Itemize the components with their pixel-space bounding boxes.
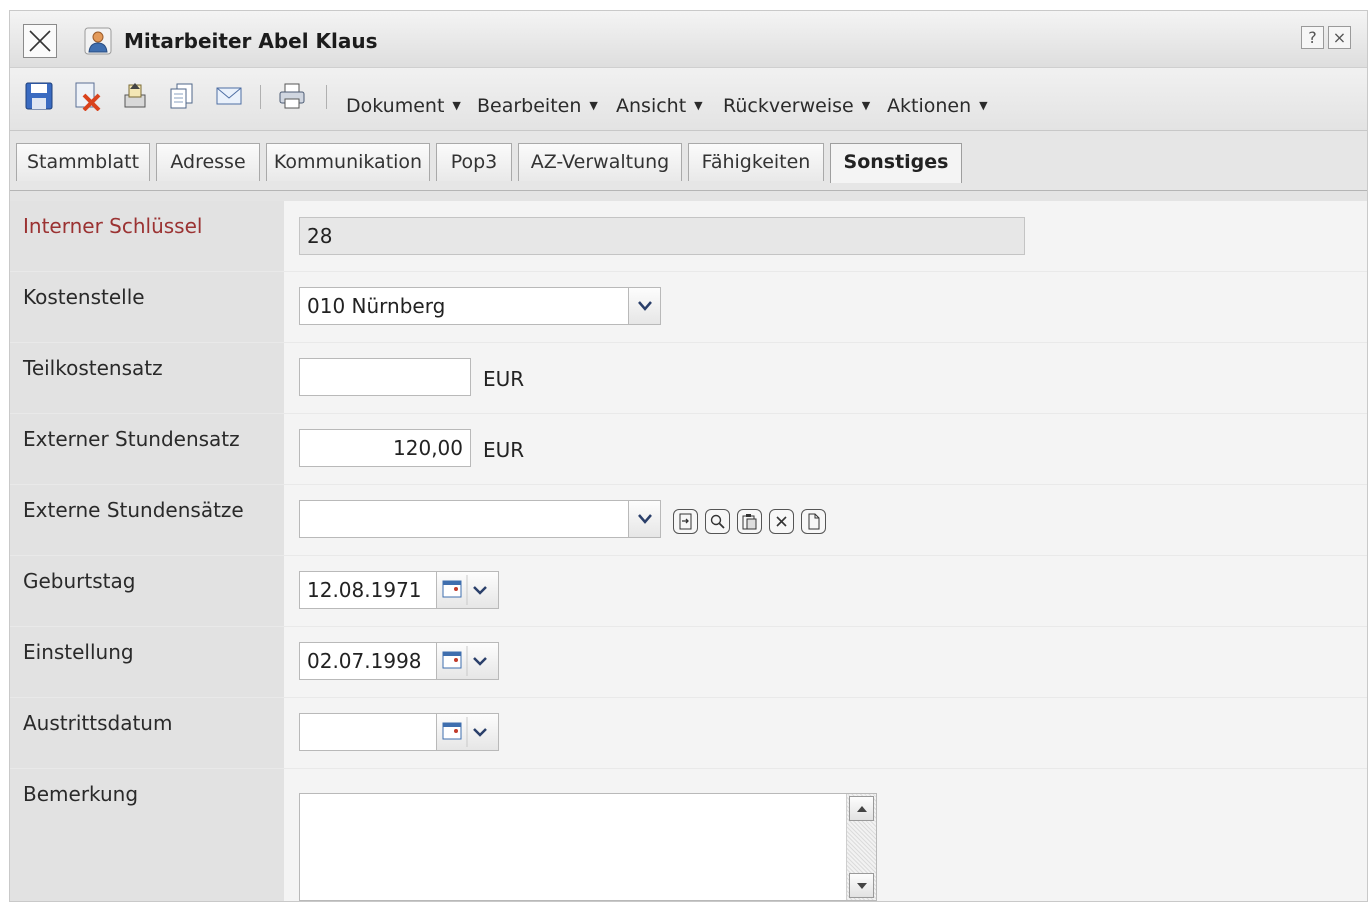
row-einstellung: Einstellung 02.07.1998 [10, 627, 1367, 698]
dropdown-arrow-icon: ▼ [589, 99, 598, 112]
externer-stundensatz-input[interactable]: 120,00 [299, 429, 471, 467]
paste-icon [742, 514, 757, 530]
tab-bar: Stammblatt Adresse Kommunikation Pop3 AZ… [10, 131, 1367, 191]
export-icon[interactable] [120, 81, 150, 111]
tab-faehigkeiten[interactable]: Fähigkeiten [688, 143, 824, 181]
dropdown-arrow-icon: ▼ [861, 99, 871, 112]
tab-az-verwaltung[interactable]: AZ-Verwaltung [518, 143, 682, 181]
kostenstelle-label: Kostenstelle [23, 285, 145, 309]
teilkostensatz-input[interactable] [299, 358, 471, 396]
dropdown-arrow-icon: ▼ [979, 99, 988, 112]
externe-stundensaetze-dropdown-button[interactable] [628, 500, 661, 538]
arrow-up-icon [857, 806, 867, 812]
kostenstelle-dropdown-button[interactable] [628, 287, 661, 325]
user-icon [84, 27, 112, 55]
help-button[interactable]: ? [1301, 26, 1324, 49]
paste-button[interactable] [737, 509, 762, 534]
dropdown-arrow-icon: ▼ [452, 99, 461, 112]
tab-pop3[interactable]: Pop3 [436, 143, 512, 181]
austrittsdatum-calendar-button[interactable] [437, 713, 499, 751]
austrittsdatum-label: Austrittsdatum [23, 711, 173, 735]
geburtstag-calendar-button[interactable] [437, 571, 499, 609]
calendar-icon [442, 575, 487, 605]
new-document-icon [808, 513, 820, 530]
einstellung-date-input[interactable]: 02.07.1998 [299, 642, 437, 680]
externe-stundensaetze-select[interactable] [299, 500, 629, 538]
einstellung-calendar-button[interactable] [437, 642, 499, 680]
print-icon[interactable] [277, 81, 307, 111]
clear-icon [776, 516, 787, 527]
close-small-button[interactable]: × [1328, 26, 1351, 49]
delete-icon[interactable] [72, 81, 102, 111]
chevron-down-icon [638, 514, 652, 524]
teilkostensatz-unit: EUR [483, 367, 525, 391]
menu-aktionen[interactable]: Aktionen ▼ [887, 95, 988, 117]
form-panel: Interner Schlüssel 28 Kostenstelle 010 N… [10, 201, 1367, 901]
mail-icon[interactable] [214, 81, 244, 111]
dropdown-arrow-icon: ▼ [694, 99, 703, 112]
menu-label: Dokument [346, 95, 445, 117]
calendar-icon [442, 646, 487, 676]
open-icon [679, 513, 692, 530]
tab-sonstiges[interactable]: Sonstiges [830, 143, 962, 183]
row-geburtstag: Geburtstag 12.08.1971 [10, 556, 1367, 627]
close-icon [29, 30, 51, 52]
tab-stammblatt[interactable]: Stammblatt [16, 143, 150, 181]
menu-label: Rückverweise [723, 95, 854, 117]
geburtstag-date-input[interactable]: 12.08.1971 [299, 571, 437, 609]
save-icon[interactable] [24, 81, 54, 111]
toolbar: Dokument ▼ Bearbeiten ▼ Ansicht ▼ Rückverwe… [10, 68, 1367, 131]
calendar-icon [442, 717, 487, 747]
search-icon [710, 514, 725, 529]
copy-icon[interactable] [166, 81, 196, 111]
chevron-down-icon [638, 301, 652, 311]
menu-bearbeiten[interactable]: Bearbeiten ▼ [477, 95, 598, 117]
teilkostensatz-label: Teilkostensatz [23, 356, 163, 380]
geburtstag-label: Geburtstag [23, 569, 136, 593]
title-bar: Mitarbeiter Abel Klaus ? × [10, 11, 1367, 68]
externe-stundensaetze-label: Externe Stundensätze [23, 498, 244, 522]
menu-rueckverweise[interactable]: Rückverweise ▼ [723, 95, 870, 117]
menu-ansicht[interactable]: Ansicht ▼ [616, 95, 703, 117]
window-title: Mitarbeiter Abel Klaus [124, 29, 378, 53]
open-button[interactable] [673, 509, 698, 534]
bemerkung-scrollbar[interactable] [846, 794, 876, 900]
search-button[interactable] [705, 509, 730, 534]
toolbar-separator [326, 85, 327, 109]
menu-dokument[interactable]: Dokument ▼ [346, 95, 461, 117]
row-externe-stundensaetze: Externe Stundensätze [10, 485, 1367, 556]
einstellung-label: Einstellung [23, 640, 134, 664]
menu-label: Aktionen [887, 95, 972, 117]
bemerkung-textarea[interactable] [299, 793, 877, 901]
clear-button[interactable] [769, 509, 794, 534]
tab-kommunikation[interactable]: Kommunikation [266, 143, 430, 181]
row-interner-schluessel: Interner Schlüssel 28 [10, 201, 1367, 272]
employee-window: Mitarbeiter Abel Klaus ? × Dokument ▼ Be… [9, 10, 1368, 902]
scroll-down-button[interactable] [849, 873, 874, 898]
row-externer-stundensatz: Externer Stundensatz 120,00 EUR [10, 414, 1367, 485]
toolbar-separator [260, 85, 261, 109]
new-document-button[interactable] [801, 509, 826, 534]
externer-stundensatz-label: Externer Stundensatz [23, 427, 240, 451]
menu-label: Ansicht [616, 95, 687, 117]
row-teilkostensatz: Teilkostensatz EUR [10, 343, 1367, 414]
bemerkung-label: Bemerkung [23, 782, 139, 806]
tab-adresse[interactable]: Adresse [156, 143, 260, 181]
interner-schluessel-label: Interner Schlüssel [23, 214, 203, 238]
externer-stundensatz-unit: EUR [483, 438, 525, 462]
row-kostenstelle: Kostenstelle 010 Nürnberg [10, 272, 1367, 343]
row-austrittsdatum: Austrittsdatum [10, 698, 1367, 769]
menu-label: Bearbeiten [477, 95, 582, 117]
arrow-down-icon [857, 883, 867, 889]
kostenstelle-select[interactable]: 010 Nürnberg [299, 287, 629, 325]
scroll-up-button[interactable] [849, 796, 874, 821]
interner-schluessel-field: 28 [299, 217, 1025, 255]
close-window-button[interactable] [23, 24, 57, 58]
austrittsdatum-date-input[interactable] [299, 713, 437, 751]
